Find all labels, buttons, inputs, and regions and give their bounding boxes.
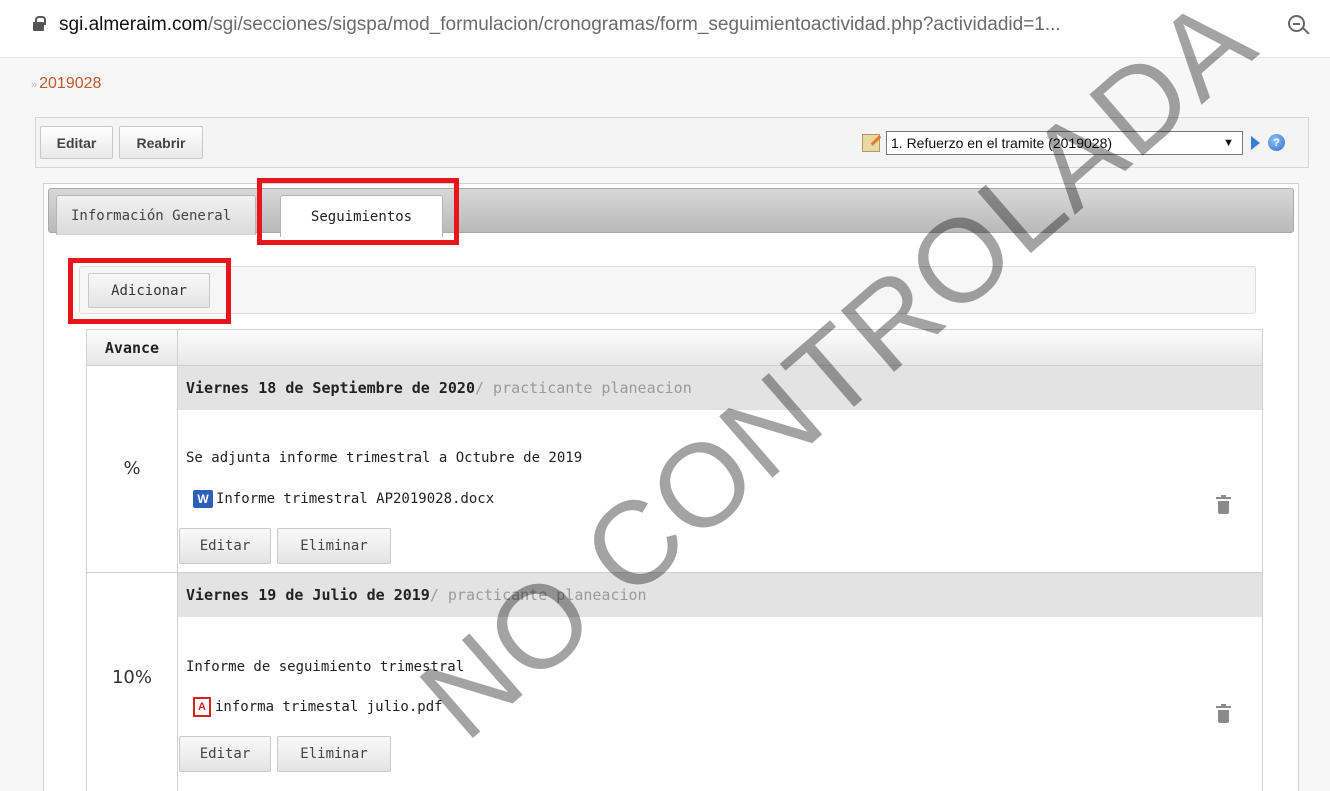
- attachment-link[interactable]: W Informe trimestral AP2019028.docx: [193, 490, 494, 508]
- url-text[interactable]: sgi.almeraim.com/sgi/secciones/sigspa/mo…: [59, 14, 1274, 36]
- toolbar: Editar Reabrir 1. Refuerzo en el tramite…: [35, 117, 1309, 168]
- notes-icon: [862, 133, 880, 152]
- activity-select[interactable]: 1. Refuerzo en el tramite (2019028) ▼: [886, 130, 1243, 155]
- pdf-icon: A: [193, 697, 211, 717]
- breadcrumb-arrow-icon: »: [31, 79, 38, 91]
- breadcrumb-label: 2019028: [39, 75, 102, 92]
- tab-informacion-general[interactable]: Información General: [56, 195, 256, 235]
- attachment-name: informa trimestal julio.pdf: [215, 699, 443, 715]
- highlight-box-add: [68, 258, 231, 324]
- entry-delete-button[interactable]: Eliminar: [277, 736, 391, 772]
- attachment-name: Informe trimestral AP2019028.docx: [216, 491, 495, 507]
- entry-user: / practicante planeacion: [429, 586, 647, 604]
- entry-header: Viernes 19 de Julio de 2019 / practicant…: [178, 573, 1262, 617]
- entry-delete-button[interactable]: Eliminar: [277, 528, 391, 564]
- entry-user: / practicante planeacion: [474, 379, 692, 397]
- zoom-out-icon[interactable]: [1288, 15, 1305, 32]
- reopen-button[interactable]: Reabrir: [119, 126, 203, 159]
- activity-selector: 1. Refuerzo en el tramite (2019028) ▼ ?: [862, 130, 1285, 155]
- trash-icon[interactable]: [1216, 704, 1231, 723]
- entry-edit-button[interactable]: Editar: [179, 528, 271, 564]
- url-path: /sgi/secciones/sigspa/mod_formulacion/cr…: [207, 14, 1061, 35]
- help-icon[interactable]: ?: [1268, 134, 1285, 151]
- table-header-row: [87, 330, 1262, 366]
- activity-select-value: 1. Refuerzo en el tramite (2019028): [891, 134, 1113, 151]
- entry-date: Viernes 19 de Julio de 2019: [186, 586, 430, 604]
- highlight-box-tab: [257, 178, 459, 245]
- edit-button[interactable]: Editar: [40, 126, 113, 159]
- avance-column-header: Avance: [87, 330, 178, 366]
- word-doc-icon: W: [193, 490, 213, 508]
- next-arrow-icon[interactable]: [1251, 135, 1260, 150]
- entry-avance: %: [123, 458, 141, 479]
- attachment-link[interactable]: A informa trimestal julio.pdf: [193, 697, 443, 717]
- entry-avance: 10%: [111, 667, 152, 688]
- chevron-down-icon: ▼: [1223, 136, 1234, 149]
- trash-icon[interactable]: [1216, 495, 1231, 514]
- lock-icon: [33, 16, 46, 31]
- entry-description: Se adjunta informe trimestral a Octubre …: [186, 450, 583, 466]
- entry-header: Viernes 18 de Septiembre de 2020 / pract…: [178, 366, 1262, 410]
- url-host: sgi.almeraim.com: [59, 14, 208, 35]
- add-bar: [79, 266, 1256, 314]
- entry-date: Viernes 18 de Septiembre de 2020: [186, 379, 475, 397]
- address-bar[interactable]: sgi.almeraim.com/sgi/secciones/sigspa/mo…: [0, 0, 1330, 58]
- breadcrumb[interactable]: » 2019028: [31, 75, 101, 93]
- entry-edit-button[interactable]: Editar: [179, 736, 271, 772]
- entry-description: Informe de seguimiento trimestral: [186, 659, 465, 675]
